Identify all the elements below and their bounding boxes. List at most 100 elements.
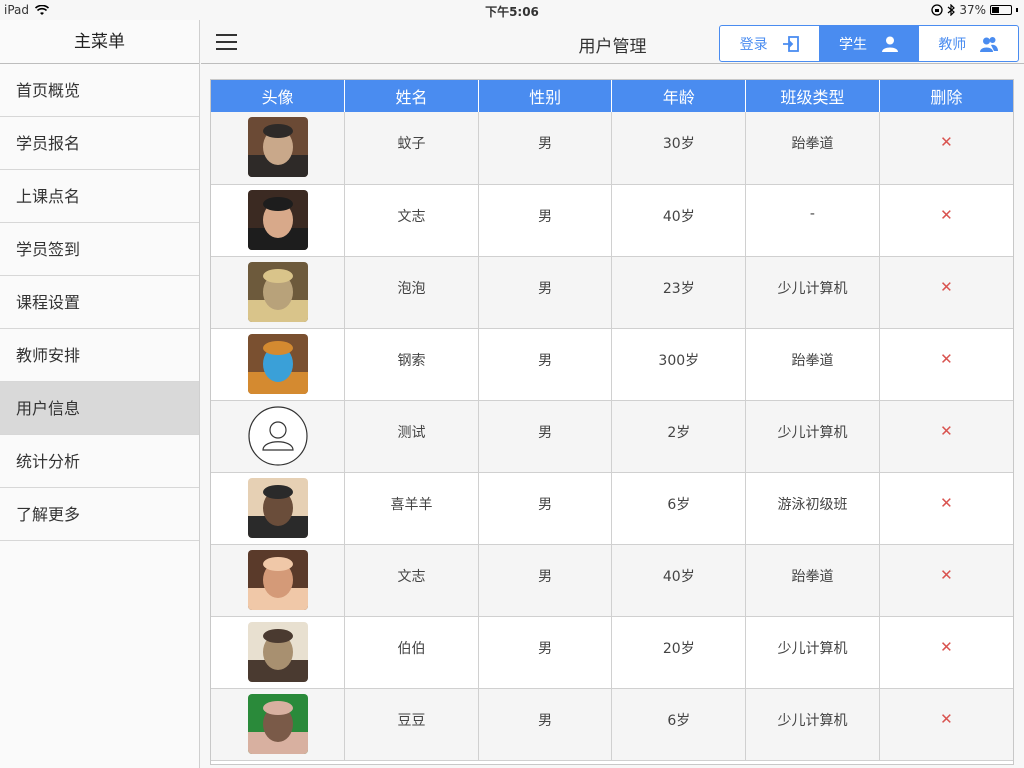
column-header: 性别	[478, 80, 613, 112]
avatar-cell	[211, 616, 346, 689]
sidebar-item-2[interactable]: 上课点名	[0, 170, 199, 223]
table-row[interactable]: 文志男 40岁 跆拳道 ✕	[211, 544, 1013, 617]
name-cell: 泡泡	[344, 256, 479, 329]
user-table: 头像 姓名 性别 年龄 班级类型 删除 蚊子男 30岁 跆拳道 ✕ 文志男 40岁 - ✕ 泡泡男 23岁少…	[210, 79, 1014, 765]
login-icon	[782, 35, 800, 53]
table-row[interactable]: 豆豆男 6岁 少儿计算机 ✕	[211, 688, 1013, 761]
avatar	[247, 117, 308, 177]
age-cell: 6岁	[611, 688, 747, 761]
segmented-control: 登录 学生 教师	[719, 25, 1019, 62]
sidebar-item-5[interactable]: 教师安排	[0, 329, 199, 382]
delete-icon[interactable]: ✕	[940, 494, 953, 512]
avatar-cell	[211, 472, 346, 545]
delete-icon[interactable]: ✕	[940, 422, 953, 440]
age-cell: 40岁	[611, 184, 747, 257]
delete-icon[interactable]: ✕	[940, 710, 953, 728]
name-cell: 蚊子	[344, 112, 479, 185]
tab-label: 学生	[838, 36, 867, 53]
name-cell: 测试	[344, 400, 479, 473]
delete-cell: ✕	[879, 688, 1013, 761]
gender-cell: 男	[478, 544, 613, 617]
class-cell: 少儿计算机	[745, 256, 880, 329]
age-cell: 30岁	[611, 112, 747, 185]
user-icon	[881, 35, 899, 53]
avatar-cell	[211, 400, 346, 473]
avatar	[247, 261, 308, 322]
avatar	[247, 333, 308, 394]
delete-icon[interactable]: ✕	[940, 133, 953, 151]
sidebar-item-8[interactable]: 了解更多	[0, 488, 199, 541]
age-cell: 2岁	[611, 400, 747, 473]
sidebar-item-1[interactable]: 学员报名	[0, 117, 199, 170]
delete-cell: ✕	[879, 256, 1013, 329]
column-header: 头像	[211, 80, 346, 112]
delete-icon[interactable]: ✕	[940, 638, 953, 656]
table-row[interactable]: 喜羊羊男 6岁 游泳初级班 ✕	[211, 472, 1013, 545]
name-cell: 豆豆	[344, 688, 479, 761]
class-cell: 少儿计算机	[745, 688, 880, 761]
avatar	[247, 549, 308, 610]
delete-cell: ✕	[879, 616, 1013, 689]
sidebar-title: 主菜单	[0, 20, 199, 64]
column-header: 删除	[879, 80, 1013, 112]
table-row[interactable]: 钢索男 300岁 跆拳道 ✕	[211, 328, 1013, 401]
rotation-lock-icon	[931, 4, 943, 16]
delete-icon[interactable]: ✕	[940, 206, 953, 224]
tab-student[interactable]: 学生	[819, 26, 919, 61]
gender-cell: 男	[478, 616, 613, 689]
gender-cell: 男	[478, 328, 613, 401]
avatar	[247, 621, 308, 682]
avatar-cell	[211, 256, 346, 329]
bluetooth-icon	[947, 4, 956, 16]
age-cell: 20岁	[611, 616, 747, 689]
class-cell: 游泳初级班	[745, 472, 880, 545]
delete-cell: ✕	[879, 184, 1013, 257]
sidebar-item-4[interactable]: 课程设置	[0, 276, 199, 329]
status-bar: iPad 下午5:06 37%	[0, 0, 1024, 20]
gender-cell: 男	[478, 472, 613, 545]
avatar-cell	[211, 688, 346, 761]
sidebar-item-6[interactable]: 用户信息	[0, 382, 199, 435]
avatar-cell	[211, 328, 346, 401]
sidebar-item-3[interactable]: 学员签到	[0, 223, 199, 276]
avatar-cell	[211, 112, 346, 185]
name-cell: 伯伯	[344, 616, 479, 689]
delete-cell: ✕	[879, 112, 1013, 185]
delete-icon[interactable]: ✕	[940, 278, 953, 296]
table-row[interactable]: 文志男 40岁 - ✕	[211, 184, 1013, 257]
name-cell: 文志	[344, 184, 479, 257]
gender-cell: 男	[478, 112, 613, 185]
gender-cell: 男	[478, 688, 613, 761]
name-cell: 钢索	[344, 328, 479, 401]
delete-cell: ✕	[879, 472, 1013, 545]
avatar-placeholder	[247, 405, 308, 466]
class-cell: 跆拳道	[745, 544, 880, 617]
sidebar-item-7[interactable]: 统计分析	[0, 435, 199, 488]
avatar	[247, 693, 308, 754]
delete-icon[interactable]: ✕	[940, 350, 953, 368]
tab-teacher[interactable]: 教师	[919, 26, 1018, 61]
table-row[interactable]: 测试男 2岁 少儿计算机 ✕	[211, 400, 1013, 473]
sidebar-item-0[interactable]: 首页概览	[0, 64, 199, 117]
class-cell: 跆拳道	[745, 112, 880, 185]
delete-cell: ✕	[879, 400, 1013, 473]
age-cell: 40岁	[611, 544, 747, 617]
battery-percent: 37%	[959, 3, 986, 17]
age-cell: 300岁	[611, 328, 747, 401]
avatar-cell	[211, 544, 346, 617]
delete-icon[interactable]: ✕	[940, 566, 953, 584]
status-right: 37%	[931, 3, 1018, 17]
status-time: 下午5:06	[485, 5, 539, 19]
tab-login[interactable]: 登录	[720, 26, 819, 61]
table-row[interactable]: 伯伯男 20岁 少儿计算机 ✕	[211, 616, 1013, 689]
class-cell: -	[745, 184, 880, 257]
delete-cell: ✕	[879, 328, 1013, 401]
table-row[interactable]: 蚊子男 30岁 跆拳道 ✕	[211, 112, 1013, 185]
class-cell: 少儿计算机	[745, 400, 880, 473]
column-header: 班级类型	[745, 80, 880, 112]
column-header: 年龄	[611, 80, 747, 112]
avatar	[247, 189, 308, 250]
age-cell: 23岁	[611, 256, 747, 329]
tab-label: 登录	[739, 36, 768, 53]
table-row[interactable]: 泡泡男 23岁 少儿计算机 ✕	[211, 256, 1013, 329]
